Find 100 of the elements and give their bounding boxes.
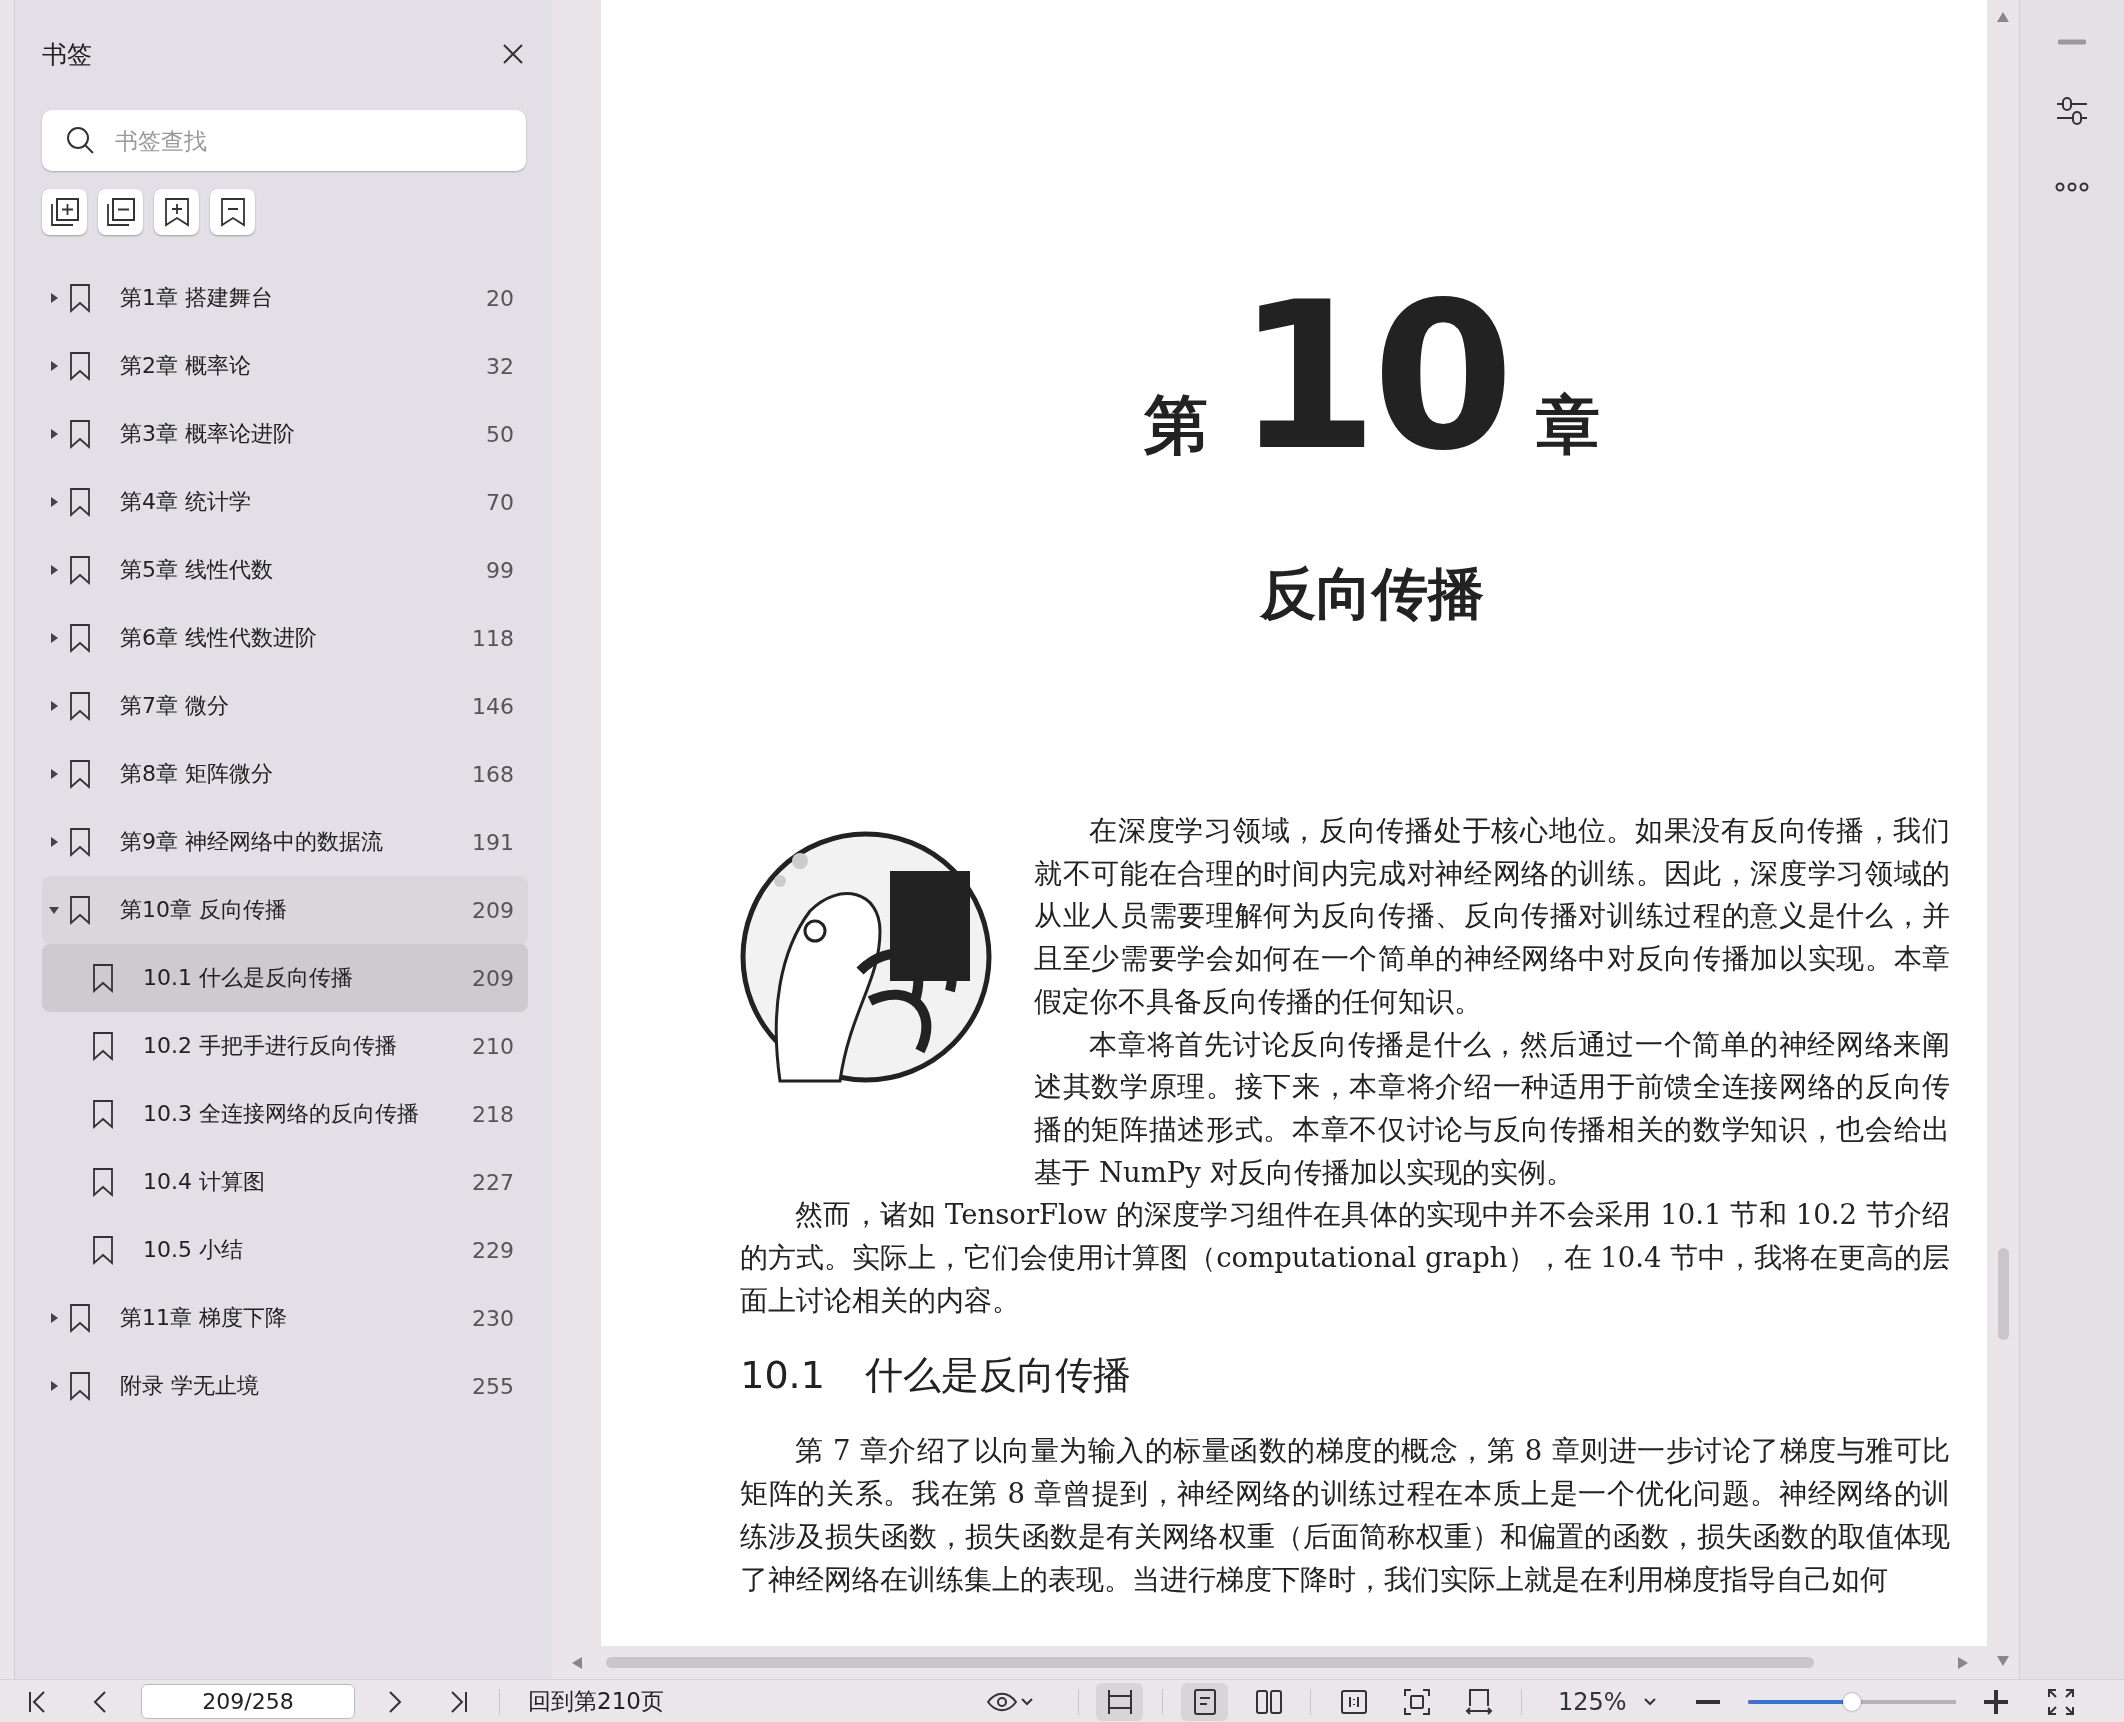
expand-triangle-icon <box>49 1313 59 1323</box>
slider-thumb[interactable] <box>1843 1692 1861 1711</box>
bookmark-item[interactable]: 第3章 概率论进阶 50 <box>42 400 528 468</box>
bookmark-icon <box>69 1303 91 1333</box>
bookmark-icon <box>69 351 91 381</box>
page-number: 209 <box>472 897 514 923</box>
chapter-prefix: 第 <box>1144 387 1209 464</box>
fit-page-icon <box>1402 1687 1431 1716</box>
bookmark-minus-icon <box>218 196 247 228</box>
continuous-scroll-icon <box>1105 1687 1134 1716</box>
expand-triangle-icon <box>49 769 59 779</box>
close-button[interactable] <box>502 43 525 65</box>
bookmark-item[interactable]: 第5章 线性代数 99 <box>42 536 528 604</box>
fit-width-icon <box>1464 1687 1493 1716</box>
expand-triangle-icon <box>49 837 59 847</box>
body-paragraph: 在深度学习领域，反向传播处于核心地位。如果没有反向传播，我们就不可能在合理的时间内完成对神经网络的训练。因此，深度学习领域的从业人员需要理解何为反向传播、反向传播对训练过程的意义是什么，并且至少需要学会如何在一个简单的神经网络中对反向传播加以实现。本章假定你不具备反向传播的任何知识。 <box>1034 813 1951 1019</box>
bookmark-title: 10.5 小结 <box>143 1236 244 1264</box>
horizontal-scrollbar-thumb[interactable] <box>606 1657 1815 1668</box>
bookmark-item[interactable]: 第9章 神经网络中的数据流 191 <box>42 808 528 876</box>
two-page-icon <box>1254 1687 1283 1716</box>
bookmark-title: 第3章 概率论进阶 <box>120 420 296 448</box>
search-field[interactable]: 书签查找 <box>42 110 526 171</box>
page-number: 70 <box>486 489 514 515</box>
bookmark-item[interactable]: 第8章 矩阵微分 168 <box>42 740 528 808</box>
bookmark-item[interactable]: 10.3 全连接网络的反向传播 218 <box>42 1080 528 1148</box>
minus-icon <box>1695 1698 1721 1705</box>
page-number: 99 <box>486 557 514 583</box>
actual-size-icon <box>1339 1687 1368 1716</box>
bookmark-icon <box>92 1031 114 1061</box>
go-back-link[interactable]: 回到第210页 <box>528 1686 664 1717</box>
bookmark-title: 第9章 神经网络中的数据流 <box>120 828 384 856</box>
bookmark-icon <box>69 691 91 721</box>
bookmark-item[interactable]: 第10章 反向传播 209 <box>42 876 528 944</box>
bookmark-plus-icon <box>162 196 191 228</box>
last-page-icon <box>449 1689 469 1714</box>
page-number: 20 <box>486 285 514 311</box>
expand-triangle-icon <box>49 1381 59 1391</box>
eye-icon <box>986 1690 1018 1713</box>
page-number: 209 <box>472 965 514 991</box>
more-button[interactable] <box>2055 182 2090 192</box>
chevron-right-icon <box>388 1689 402 1714</box>
minimize-icon <box>2058 38 2087 46</box>
bookmark-title: 10.3 全连接网络的反向传播 <box>143 1100 420 1128</box>
page-layout-button[interactable] <box>1096 1682 1143 1721</box>
bookmark-icon <box>92 963 114 993</box>
bookmark-item[interactable]: 10.2 手把手进行反向传播 210 <box>42 1012 528 1080</box>
single-page-icon <box>1192 1687 1217 1716</box>
bookmark-title: 第5章 线性代数 <box>120 556 274 584</box>
first-page-icon <box>27 1689 47 1714</box>
page-number: 210 <box>472 1033 514 1059</box>
bookmark-title: 第10章 反向传播 <box>120 896 288 924</box>
page-number-field[interactable]: 209/258 <box>141 1684 355 1719</box>
bookmark-title: 第11章 梯度下降 <box>120 1304 288 1332</box>
bookmark-icon <box>69 419 91 449</box>
bookmark-item[interactable]: 附录 学无止境 255 <box>42 1352 528 1420</box>
bookmark-item[interactable]: 第6章 线性代数进阶 118 <box>42 604 528 672</box>
scroll-down-icon <box>1997 1656 2010 1666</box>
caret-icon <box>1021 1697 1033 1706</box>
bookmark-title: 第2章 概率论 <box>120 352 252 380</box>
bookmark-icon <box>69 555 91 585</box>
panel-title: 书签 <box>42 38 92 71</box>
expand-triangle-icon <box>49 565 59 575</box>
stacked-minus-icon <box>104 196 137 228</box>
page-number: 230 <box>472 1305 514 1331</box>
bookmark-title: 第6章 线性代数进阶 <box>120 624 318 652</box>
bookmark-item[interactable]: 第11章 梯度下降 230 <box>42 1284 528 1352</box>
add-bookmark-button[interactable] <box>154 189 199 235</box>
bookmark-title: 10.4 计算图 <box>143 1168 266 1196</box>
bookmark-item[interactable]: 第2章 概率论 32 <box>42 332 528 400</box>
section-number: 10.1 <box>740 1352 825 1400</box>
bookmark-item[interactable]: 10.5 小结 229 <box>42 1216 528 1284</box>
more-dots-icon <box>2055 182 2090 192</box>
collapse-triangle-icon <box>49 905 59 915</box>
stacked-plus-icon <box>48 196 81 228</box>
bookmark-item[interactable]: 第4章 统计学 70 <box>42 468 528 536</box>
bookmark-item[interactable]: 第7章 微分 146 <box>42 672 528 740</box>
scroll-right-icon <box>1958 1656 1969 1669</box>
caret-icon <box>1644 1697 1656 1706</box>
bookmark-title: 10.2 手把手进行反向传播 <box>143 1032 398 1060</box>
bookmark-item[interactable]: 第1章 搭建舞台 20 <box>42 264 528 332</box>
sliders-icon <box>2055 96 2090 126</box>
bookmark-icon <box>92 1235 114 1265</box>
chapter-suffix: 章 <box>1536 387 1601 464</box>
close-icon <box>502 43 525 65</box>
settings-button[interactable] <box>2055 96 2090 126</box>
expand-triangle-icon <box>49 633 59 643</box>
page-number: 227 <box>472 1169 514 1195</box>
expand-triangle-icon <box>49 497 59 507</box>
bookmark-title: 第7章 微分 <box>120 692 230 720</box>
remove-bookmark-button[interactable] <box>210 189 255 235</box>
bookmark-item[interactable]: 10.1 什么是反向传播 209 <box>42 944 528 1012</box>
bookmark-title: 10.1 什么是反向传播 <box>143 964 354 992</box>
expand-all-button[interactable] <box>42 189 87 235</box>
bookmark-item[interactable]: 10.4 计算图 227 <box>42 1148 528 1216</box>
collapse-all-button[interactable] <box>98 189 143 235</box>
chapter-title: 反向传播 <box>1258 560 1486 628</box>
vertical-scrollbar-thumb[interactable] <box>1997 1248 2009 1340</box>
bookmark-icon <box>69 283 91 313</box>
page-layout-button[interactable] <box>1181 1682 1228 1721</box>
expand-triangle-icon <box>49 429 59 439</box>
